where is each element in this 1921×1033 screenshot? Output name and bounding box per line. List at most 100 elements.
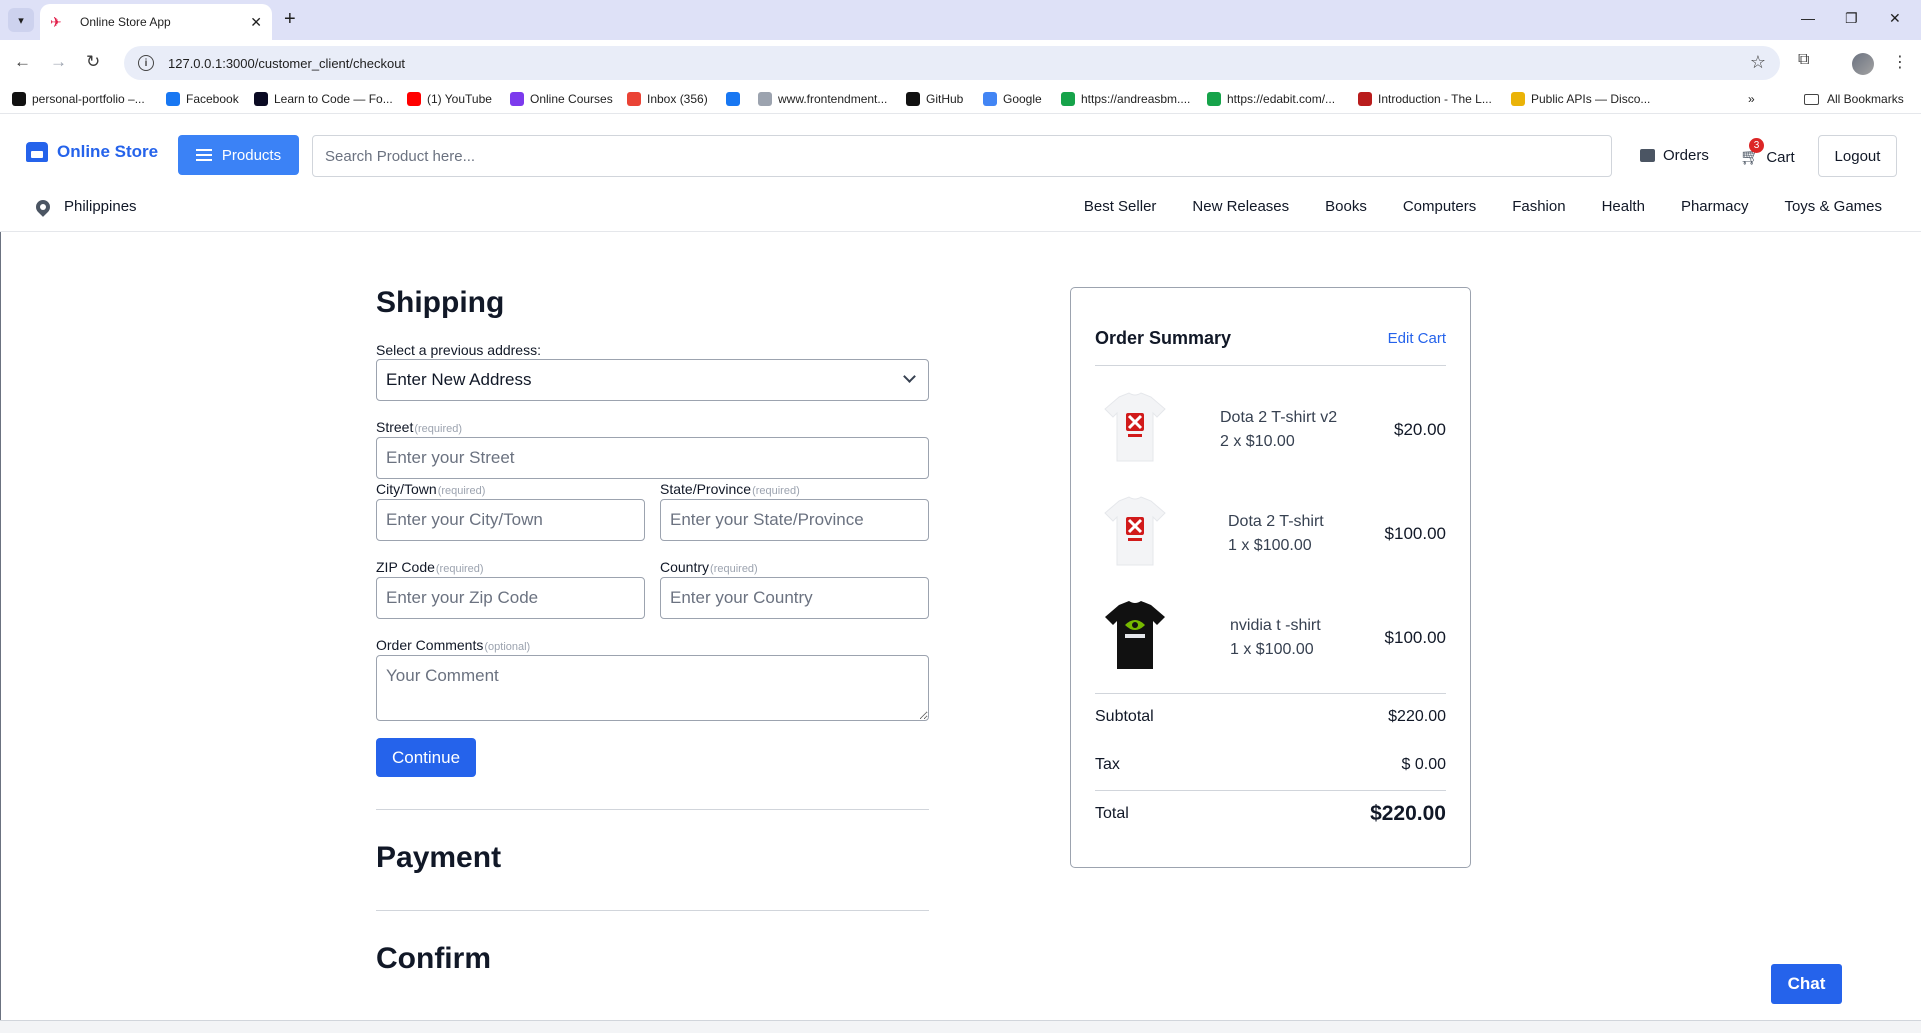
bookmark-item[interactable]: Facebook [166, 92, 239, 106]
bookmark-item[interactable]: Online Courses [510, 92, 613, 106]
category-books[interactable]: Books [1325, 198, 1367, 215]
category-toys-games[interactable]: Toys & Games [1784, 198, 1882, 215]
required-tag: (required) [752, 485, 800, 497]
item-qty: 1 x $100.00 [1230, 641, 1314, 658]
more-bookmarks-icon[interactable]: » [1748, 92, 1755, 106]
previous-address-value: Enter New Address [386, 370, 532, 389]
bookmark-item[interactable]: (1) YouTube [407, 92, 492, 106]
browser-menu-icon[interactable]: ⋮ [1892, 52, 1908, 72]
country-input[interactable] [660, 577, 929, 619]
profile-avatar[interactable] [1852, 53, 1874, 75]
item-total: $100.00 [1384, 524, 1446, 543]
payment-title[interactable]: Payment [376, 841, 501, 875]
orders-link[interactable]: Orders [1640, 147, 1709, 164]
bookmark-item[interactable]: Introduction - The L... [1358, 92, 1492, 106]
shipping-title: Shipping [376, 286, 505, 319]
window-close-icon[interactable]: ✕ [1889, 10, 1901, 27]
tax-label: Tax [1095, 756, 1120, 773]
orders-icon [1640, 149, 1655, 162]
cart-link[interactable]: 🛒︎ 3 Cart [1740, 138, 1795, 167]
previous-address-select[interactable]: Enter New Address [376, 359, 929, 401]
browser-tab-active[interactable]: ✈ Online Store App ✕ [40, 4, 272, 40]
bookmark-item[interactable]: www.frontendment... [758, 92, 887, 106]
bookmark-item[interactable]: Learn to Code — Fo... [254, 92, 393, 106]
dota-shirt-image [1104, 496, 1166, 566]
category-computers[interactable]: Computers [1403, 198, 1476, 215]
reload-icon[interactable]: ↻ [86, 52, 100, 72]
minimize-icon[interactable]: — [1801, 10, 1815, 26]
site-info-icon[interactable]: i [138, 55, 154, 71]
bookmark-star-icon[interactable]: ☆ [1750, 52, 1766, 73]
bookmark-item[interactable]: Public APIs — Disco... [1511, 92, 1650, 106]
extensions-icon[interactable]: ⧉ [1798, 51, 1809, 69]
summary-divider [1095, 693, 1446, 694]
forward-icon[interactable]: → [50, 52, 67, 72]
category-pharmacy[interactable]: Pharmacy [1681, 198, 1749, 215]
chevron-down-icon [903, 370, 916, 383]
google-icon [983, 92, 997, 106]
optional-tag: (optional) [484, 641, 531, 653]
category-health[interactable]: Health [1602, 198, 1645, 215]
back-icon[interactable]: ← [14, 52, 31, 72]
all-bookmarks-label: All Bookmarks [1827, 92, 1904, 106]
page-bottom-edge [0, 1020, 1921, 1033]
restore-icon[interactable]: ❐ [1845, 10, 1858, 27]
category-new-releases[interactable]: New Releases [1192, 198, 1289, 215]
item-name: nvidia t -shirt [1230, 617, 1321, 634]
cloud-icon [1061, 92, 1075, 106]
required-tag: (required) [414, 423, 463, 435]
subtotal-row: Subtotal $220.00 [1095, 708, 1446, 726]
app-header: Online Store Products Orders 🛒︎3 Cart Lo… [0, 114, 1921, 232]
bookmark-item[interactable]: Inbox (356) [627, 92, 708, 106]
total-label: Total [1095, 805, 1129, 822]
bookmark-item[interactable] [726, 92, 746, 106]
products-menu-button[interactable]: Products [178, 135, 299, 175]
bookmarks-bar: » All Bookmarks personal-portfolio –... F… [0, 86, 1921, 114]
summary-divider [1095, 790, 1446, 791]
category-best-seller[interactable]: Best Seller [1084, 198, 1157, 215]
zip-label: ZIP Code(required) [376, 559, 484, 575]
zip-label-text: ZIP Code [376, 559, 435, 575]
tab-search-dropdown[interactable]: ▾ [8, 8, 34, 32]
bookmark-label: personal-portfolio –... [32, 92, 145, 106]
freecodecamp-icon [254, 92, 268, 106]
address-url[interactable]: 127.0.0.1:3000/customer_client/checkout [168, 56, 405, 71]
chat-button[interactable]: Chat [1771, 964, 1842, 1004]
triangle-icon [12, 92, 26, 106]
summary-item: Dota 2 T-shirt 1 x $100.00 $100.00 [1095, 491, 1446, 571]
cart-icon: 🛒︎ 3 [1740, 138, 1764, 167]
zip-input[interactable] [376, 577, 645, 619]
bookmark-item[interactable]: https://andreasbm.... [1061, 92, 1190, 106]
state-input[interactable] [660, 499, 929, 541]
confirm-title[interactable]: Confirm [376, 942, 491, 976]
logout-button[interactable]: Logout [1818, 135, 1897, 177]
folder-icon [1804, 93, 1819, 105]
address-bar[interactable]: i 127.0.0.1:3000/customer_client/checkou… [124, 46, 1780, 80]
order-comments-textarea[interactable] [376, 655, 929, 721]
city-input[interactable] [376, 499, 645, 541]
street-label: Street(required) [376, 419, 462, 435]
bookmark-item[interactable]: Google [983, 92, 1042, 106]
search-input[interactable] [312, 135, 1612, 177]
page-left-border [0, 232, 1, 1027]
new-tab-button[interactable]: + [284, 8, 296, 30]
category-fashion[interactable]: Fashion [1512, 198, 1565, 215]
continue-button[interactable]: Continue [376, 738, 476, 777]
bookmark-label: Learn to Code — Fo... [274, 92, 393, 106]
tab-title: Online Store App [80, 15, 171, 29]
location-label: Philippines [64, 198, 137, 215]
brand-logo[interactable]: Online Store [26, 142, 158, 162]
total-row: Total $220.00 [1095, 802, 1446, 826]
tab-close-icon[interactable]: ✕ [250, 14, 262, 31]
all-bookmarks[interactable]: All Bookmarks [1804, 92, 1904, 106]
item-name: Dota 2 T-shirt v2 [1220, 409, 1338, 426]
bookmark-item[interactable]: https://edabit.com/... [1207, 92, 1335, 106]
youtube-icon [407, 92, 421, 106]
bookmark-item[interactable]: GitHub [906, 92, 963, 106]
edit-cart-link[interactable]: Edit Cart [1388, 330, 1446, 347]
item-qty: 1 x $100.00 [1228, 537, 1312, 554]
bookmark-item[interactable]: personal-portfolio –... [12, 92, 145, 106]
street-input[interactable] [376, 437, 929, 479]
delivery-location[interactable]: Philippines [33, 196, 137, 217]
comments-label-text: Order Comments [376, 637, 484, 653]
